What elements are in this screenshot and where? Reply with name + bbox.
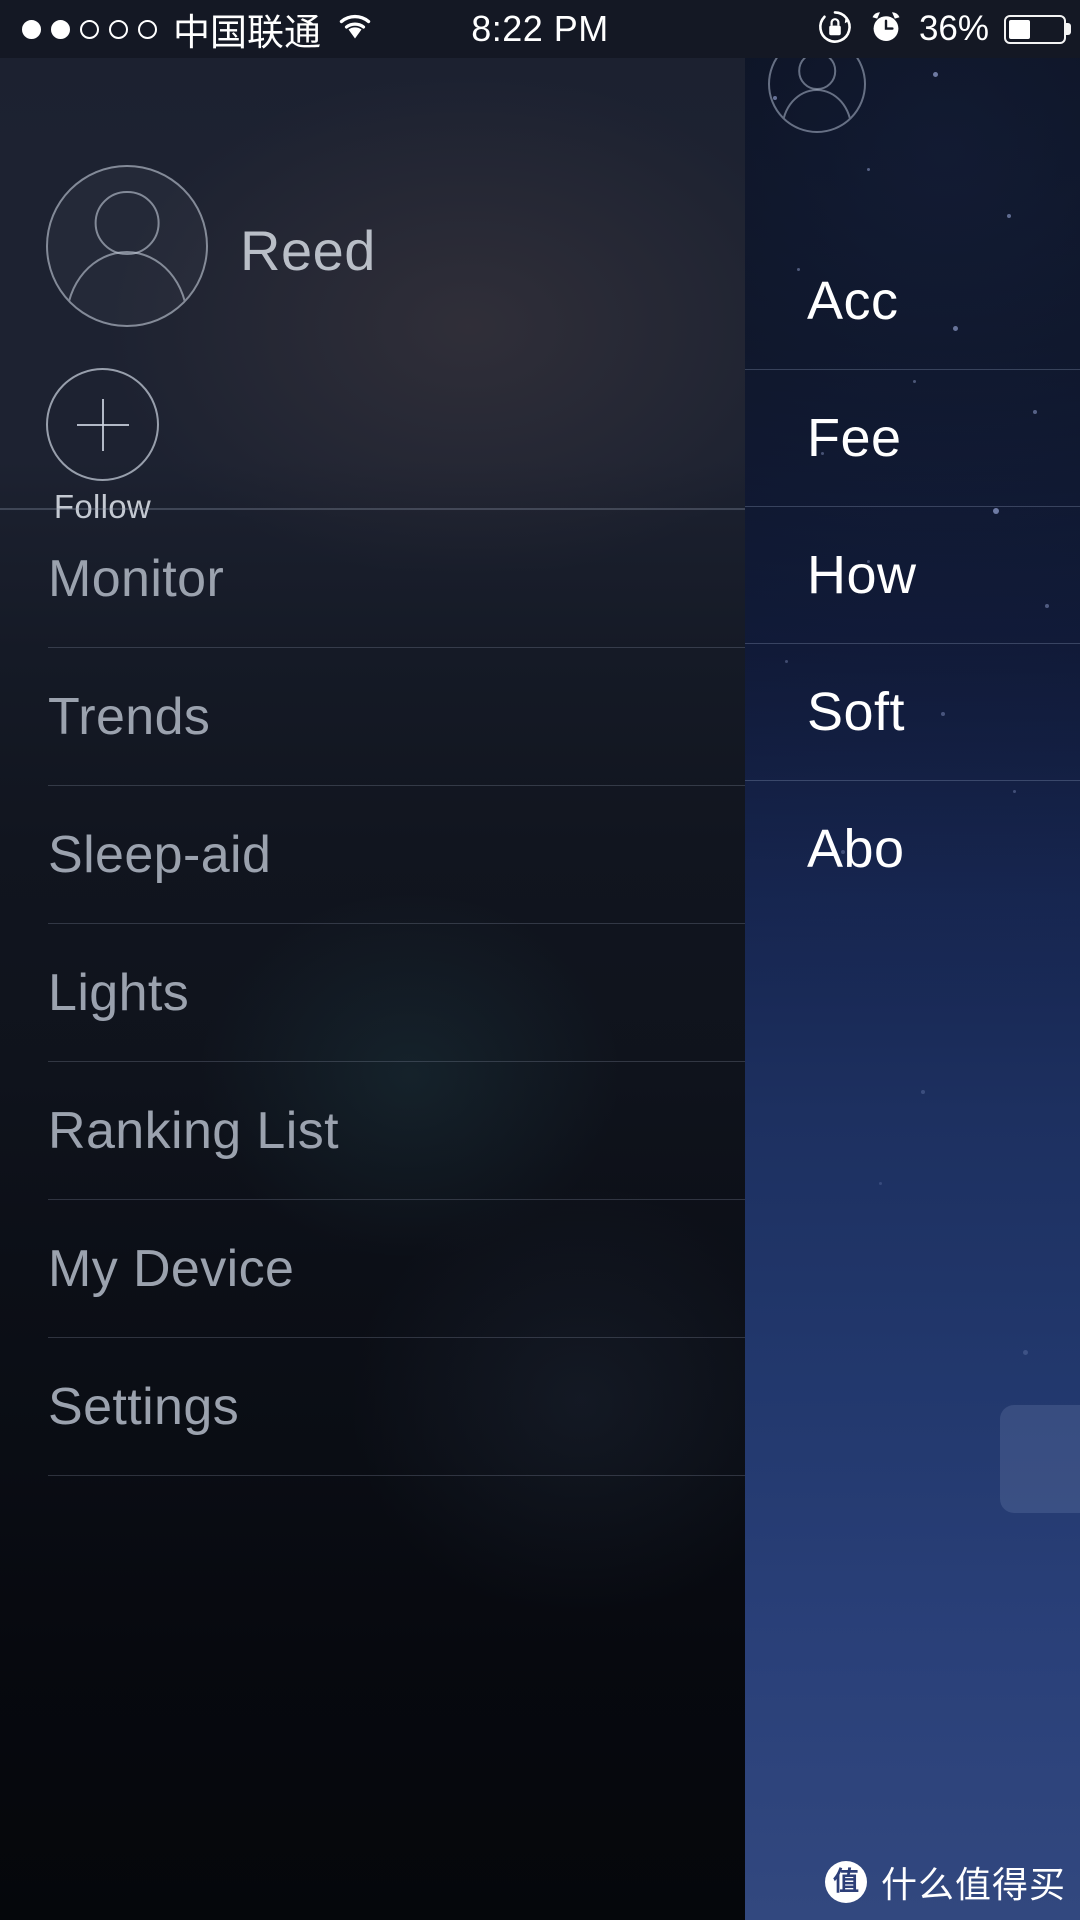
avatar-body-shape — [65, 250, 189, 325]
sidebar-item-ranking-list[interactable]: Ranking List — [0, 1062, 745, 1200]
sidebar-item-monitor[interactable]: Monitor — [0, 510, 745, 648]
underlying-settings-panel[interactable]: Acc Fee How Soft Abo — [745, 0, 1080, 1920]
under-menu-label: How — [807, 545, 917, 605]
sidebar-item-label: My Device — [48, 1240, 295, 1298]
watermark-text: 什么值得买 — [880, 1865, 1066, 1906]
avatar-head-shape — [94, 190, 160, 256]
under-menu-label: Fee — [807, 408, 902, 468]
under-menu-label: Abo — [807, 819, 905, 879]
follow-button[interactable] — [46, 368, 159, 481]
drawer-profile-header: Reed Follow — [0, 58, 745, 525]
user-avatar-icon[interactable] — [46, 165, 208, 327]
plus-icon — [101, 398, 104, 451]
alarm-clock-icon — [868, 9, 904, 50]
sidebar-item-label: Lights — [48, 964, 190, 1022]
sidebar-item-label: Ranking List — [48, 1102, 339, 1160]
sidebar-item-lights[interactable]: Lights — [0, 924, 745, 1062]
under-menu-item-account[interactable]: Acc — [745, 232, 1080, 369]
navigation-drawer: Reed Follow Monitor Trends Sleep-aid Lig… — [0, 0, 745, 1920]
watermark-badge-icon: 值 — [824, 1861, 867, 1903]
under-menu-item-howto[interactable]: How — [745, 506, 1080, 643]
avatar-body-shape — [781, 88, 853, 131]
sidebar-item-label: Settings — [48, 1378, 240, 1436]
page-title: Reed — [240, 219, 376, 282]
smzdm-watermark: 值 什么值得买 — [824, 1856, 1066, 1908]
under-menu-item-software[interactable]: Soft — [745, 643, 1080, 780]
drawer-menu-list: Monitor Trends Sleep-aid Lights Ranking … — [0, 510, 745, 1476]
phone-screen: Acc Fee How Soft Abo Reed Follow Monitor… — [0, 0, 1080, 1920]
ios-status-bar: 中国联通 8:22 PM 36% — [0, 0, 1080, 58]
sidebar-item-settings[interactable]: Settings — [0, 1338, 745, 1476]
battery-percentage: 36% — [918, 9, 989, 48]
rotation-lock-icon — [817, 9, 853, 50]
under-menu-item-feedback[interactable]: Fee — [745, 369, 1080, 506]
under-menu-label: Soft — [807, 682, 906, 742]
under-menu-item-about[interactable]: Abo — [745, 780, 1080, 917]
sidebar-item-my-device[interactable]: My Device — [0, 1200, 745, 1338]
sidebar-item-label: Trends — [48, 688, 211, 746]
status-bar-right: 36% — [817, 9, 1071, 50]
sidebar-item-trends[interactable]: Trends — [0, 648, 745, 786]
sidebar-item-label: Sleep-aid — [48, 826, 272, 884]
battery-icon — [1004, 14, 1071, 44]
sidebar-item-sleep-aid[interactable]: Sleep-aid — [0, 786, 745, 924]
under-panel-menu-list: Acc Fee How Soft Abo — [745, 232, 1080, 917]
under-panel-card[interactable] — [1000, 1405, 1080, 1513]
sidebar-item-label: Monitor — [48, 550, 225, 608]
under-menu-label: Acc — [807, 270, 899, 331]
